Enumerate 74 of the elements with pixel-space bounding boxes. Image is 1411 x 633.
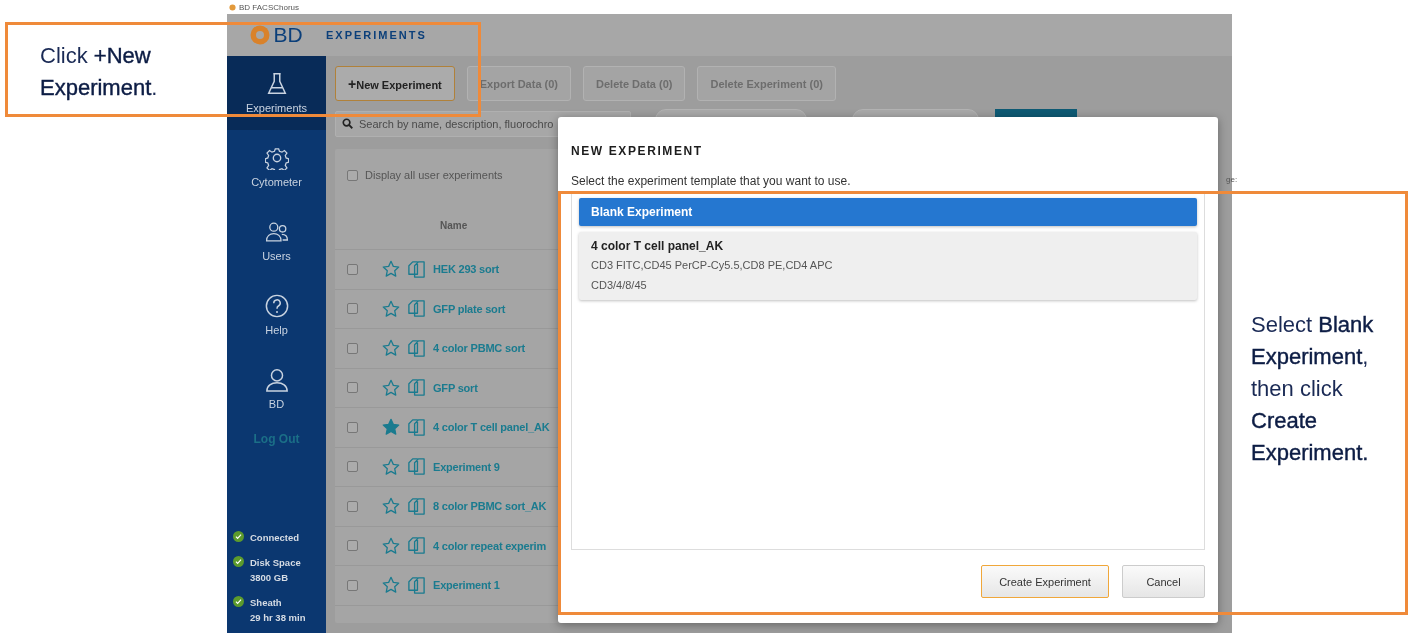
- copy-icon[interactable]: [407, 299, 426, 319]
- sidebar-item[interactable]: Help: [227, 278, 326, 352]
- template-item[interactable]: Blank Experiment: [579, 198, 1197, 226]
- create-button[interactable]: Create Experiment: [981, 565, 1109, 598]
- experiment-link[interactable]: 4 color repeat experim: [433, 539, 546, 552]
- row-checkbox[interactable]: [347, 540, 358, 552]
- template-detail: CD3/4/8/45: [591, 278, 648, 293]
- user-icon: [264, 368, 289, 392]
- sidebar-item[interactable]: Users: [227, 204, 326, 278]
- check-icon: [233, 596, 244, 607]
- star-icon[interactable]: [382, 418, 400, 437]
- copy-icon[interactable]: [407, 457, 426, 477]
- copy-icon[interactable]: [407, 338, 426, 358]
- checkbox-label: Display all user experiments: [365, 169, 503, 181]
- dialog-prompt: Select the experiment template that you want to use.: [571, 174, 852, 188]
- experiment-link[interactable]: HEK 293 sort: [433, 263, 500, 276]
- page-title: EXPERIMENTS: [326, 29, 427, 41]
- copy-icon[interactable]: [407, 575, 426, 595]
- row-checkbox[interactable]: [347, 500, 358, 512]
- instruction-text: Click +New Experiment.: [40, 42, 159, 102]
- sidebar-item[interactable]: Cytometer: [227, 130, 326, 204]
- experiment-link[interactable]: GFP plate sort: [433, 302, 506, 315]
- help-icon: [264, 294, 289, 318]
- template-name: Blank Experiment: [591, 205, 694, 219]
- star-icon[interactable]: [382, 299, 400, 318]
- dialog-title: NEW EXPERIMENT: [571, 144, 704, 158]
- copy-icon[interactable]: [407, 536, 426, 556]
- experiment-link[interactable]: 4 color PBMC sort: [433, 342, 525, 355]
- template-detail: CD3 FITC,CD45 PerCP-Cy5.5,CD8 PE,CD4 APC: [591, 258, 834, 273]
- experiment-link[interactable]: Experiment 9: [433, 460, 500, 473]
- status-text: Connected: [250, 531, 300, 545]
- column-header[interactable]: Name: [440, 219, 468, 231]
- star-icon[interactable]: [382, 260, 400, 279]
- experiment-link[interactable]: 4 color T cell panel_AK: [433, 421, 550, 434]
- instruction-text: Select Blank Experiment, then click Create Experiment.: [1251, 311, 1375, 467]
- star-icon[interactable]: [382, 497, 400, 516]
- copy-icon[interactable]: [407, 496, 426, 516]
- status-text: Sheath 29 hr 38 min: [250, 596, 306, 625]
- copy-icon[interactable]: [407, 259, 426, 279]
- logout-link[interactable]: Log Out: [253, 432, 300, 446]
- row-checkbox[interactable]: [347, 461, 358, 473]
- cancel-button[interactable]: Cancel: [1122, 565, 1205, 598]
- experiment-link[interactable]: GFP sort: [433, 381, 478, 394]
- row-checkbox[interactable]: [347, 303, 358, 315]
- toolbar-button[interactable]: +New Experiment: [335, 66, 455, 101]
- app-icon: [229, 3, 236, 11]
- check-icon: [233, 531, 244, 542]
- row-checkbox[interactable]: [347, 263, 358, 275]
- row-checkbox[interactable]: [347, 382, 358, 394]
- star-icon[interactable]: [382, 457, 400, 476]
- copy-icon[interactable]: [407, 378, 426, 398]
- star-icon[interactable]: [382, 339, 400, 358]
- check-icon: [233, 556, 244, 567]
- template-name: 4 color T cell panel_AK: [591, 239, 725, 253]
- experiment-link[interactable]: 8 color PBMC sort_AK: [433, 500, 547, 513]
- template-item[interactable]: 4 color T cell panel_AK CD3 FITC,CD45 PerCP-Cy5.5,CD8 PE,CD4 APC CD3/4/8/45: [579, 232, 1197, 300]
- experiment-link[interactable]: Experiment 1: [433, 579, 500, 592]
- row-checkbox[interactable]: [347, 342, 358, 354]
- sidebar-item[interactable]: Experiments: [227, 56, 326, 130]
- users-icon: [264, 220, 289, 244]
- status-text: Disk Space 3800 GB: [250, 556, 301, 585]
- logo-icon: [250, 25, 271, 45]
- star-icon[interactable]: [382, 378, 400, 397]
- search-icon: [342, 118, 353, 129]
- star-icon[interactable]: [382, 576, 400, 595]
- window-title: BD FACSChorus: [239, 2, 300, 12]
- row-checkbox[interactable]: [347, 421, 358, 433]
- logo-text: BD: [273, 23, 303, 47]
- star-icon[interactable]: [382, 536, 400, 555]
- row-checkbox[interactable]: [347, 579, 358, 591]
- sidebar-item[interactable]: BD: [227, 352, 326, 426]
- settings-icon: [264, 146, 289, 170]
- copy-icon[interactable]: [407, 417, 426, 437]
- checkbox[interactable]: [347, 169, 358, 181]
